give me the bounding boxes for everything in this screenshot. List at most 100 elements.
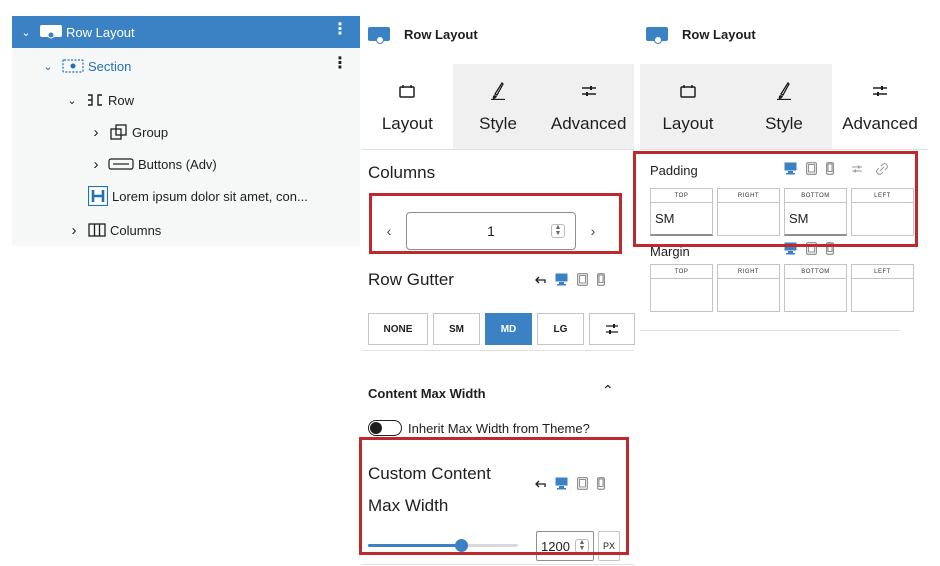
inherit-max-width-toggle[interactable]: [368, 420, 402, 436]
side-label: LEFT: [852, 265, 913, 279]
padding-bottom-field[interactable]: BOTTOM SM: [784, 188, 847, 236]
chevron-down-icon[interactable]: ⌄: [66, 94, 78, 107]
chevron-right-icon[interactable]: ›: [90, 156, 102, 173]
tab-layout[interactable]: Layout: [362, 64, 453, 149]
margin-heading: Margin: [650, 244, 690, 259]
tablet-icon[interactable]: [806, 242, 817, 255]
padding-left-value[interactable]: [852, 203, 913, 235]
row-layout-icon: [646, 27, 668, 44]
list-item-columns[interactable]: › Columns: [12, 214, 360, 246]
tablet-icon[interactable]: [806, 162, 817, 175]
chevron-down-icon[interactable]: ⌄: [20, 26, 32, 39]
row-gutter-options: NONE SM MD LG: [368, 313, 640, 345]
chevron-right-icon[interactable]: ›: [90, 124, 102, 141]
reset-arrow-icon[interactable]: [534, 479, 546, 489]
padding-top-field[interactable]: TOP SM: [650, 188, 713, 236]
content-max-width-heading[interactable]: Content Max Width: [368, 386, 486, 401]
row-layout-icon: [40, 25, 62, 39]
side-label: LEFT: [852, 189, 913, 203]
inherit-max-width-label: Inherit Max Width from Theme?: [408, 421, 590, 436]
tab-layout[interactable]: Layout: [640, 64, 736, 149]
divider: [362, 350, 634, 351]
max-width-value: 1200: [541, 538, 570, 554]
desktop-icon[interactable]: [784, 162, 797, 175]
advanced-sliders-icon: [606, 324, 618, 334]
block-title: Row Layout: [682, 26, 756, 42]
list-item-row[interactable]: ⌄ Row: [12, 84, 360, 116]
gutter-option-lg[interactable]: LG: [537, 313, 584, 345]
spinner-icon[interactable]: ▲ ▼: [551, 224, 565, 238]
tab-style[interactable]: Style: [736, 64, 832, 149]
heading-icon: [88, 186, 108, 206]
list-item-buttons[interactable]: › Buttons (Adv): [12, 148, 360, 180]
padding-top-value[interactable]: SM: [651, 203, 712, 234]
margin-bottom-field[interactable]: BOTTOM: [784, 264, 847, 312]
unit-selector[interactable]: PX: [598, 531, 620, 561]
side-label: TOP: [651, 265, 712, 279]
gutter-option-none[interactable]: NONE: [368, 313, 428, 345]
padding-right-value[interactable]: [718, 203, 779, 235]
custom-max-width-heading: Custom Content Max Width: [368, 464, 491, 515]
chevron-right-icon[interactable]: ›: [68, 222, 80, 239]
side-label: RIGHT: [718, 265, 779, 279]
tab-label: Advanced: [550, 113, 627, 133]
layout-tab-icon: [399, 80, 416, 102]
margin-top-field[interactable]: TOP: [650, 264, 713, 312]
slider-thumb[interactable]: [455, 539, 468, 552]
list-item-label: Group: [132, 124, 169, 140]
tab-style[interactable]: Style: [452, 64, 544, 149]
list-view: ⌄ Row Layout ⋮ ⌄ Section ⋮ ⌄ Row › Group…: [12, 16, 360, 246]
list-item-section[interactable]: ⌄ Section ⋮: [12, 50, 360, 82]
columns-prev-button[interactable]: ‹: [372, 223, 406, 239]
list-item-label: Columns: [110, 222, 162, 238]
max-width-slider[interactable]: [368, 539, 518, 552]
gutter-option-sm[interactable]: SM: [433, 313, 480, 345]
margin-left-value[interactable]: [852, 279, 913, 311]
chevron-up-icon[interactable]: ⌃: [602, 382, 614, 399]
list-item-group[interactable]: › Group: [12, 116, 360, 148]
row-gutter-heading: Row Gutter: [368, 270, 454, 289]
list-item-row-layout[interactable]: ⌄ Row Layout ⋮: [12, 16, 360, 48]
chevron-down-icon[interactable]: ⌄: [42, 60, 54, 73]
columns-input[interactable]: 1 ▲ ▼: [406, 212, 576, 250]
desktop-icon[interactable]: [555, 273, 568, 286]
mobile-icon[interactable]: [597, 477, 605, 490]
padding-right-field[interactable]: RIGHT: [717, 188, 780, 236]
tab-label: Layout: [662, 113, 714, 133]
margin-bottom-value[interactable]: [785, 279, 846, 311]
inspector-panel-layout: Row Layout Layout Style Advanced Columns…: [362, 16, 635, 566]
padding-bottom-value[interactable]: SM: [785, 203, 846, 234]
desktop-icon[interactable]: [784, 242, 797, 255]
tablet-icon[interactable]: [577, 477, 588, 490]
mobile-icon[interactable]: [826, 162, 834, 175]
columns-next-button[interactable]: ›: [576, 223, 610, 239]
tab-advanced[interactable]: Advanced: [543, 64, 635, 149]
list-item-heading[interactable]: Lorem ipsum dolor sit amet, con...: [12, 180, 360, 212]
inspector-tabs: Layout Style Advanced: [362, 64, 635, 150]
row-layout-icon: [368, 27, 390, 44]
more-options-icon[interactable]: ⋮: [332, 22, 348, 38]
row-icon: [86, 93, 104, 107]
mobile-icon[interactable]: [597, 273, 605, 286]
gutter-option-md[interactable]: MD: [485, 313, 532, 345]
unlink-icon[interactable]: [876, 162, 888, 175]
gutter-custom-button[interactable]: [589, 313, 635, 345]
margin-right-value[interactable]: [718, 279, 779, 311]
advanced-sliders-icon[interactable]: [851, 164, 863, 174]
more-options-icon[interactable]: ⋮: [332, 56, 348, 72]
margin-top-value[interactable]: [651, 279, 712, 311]
list-item-label: Lorem ipsum dolor sit amet, con...: [112, 188, 308, 204]
reset-arrow-icon[interactable]: [534, 275, 546, 285]
side-label: BOTTOM: [785, 189, 846, 203]
margin-right-field[interactable]: RIGHT: [717, 264, 780, 312]
divider: [640, 330, 900, 331]
spinner-icon[interactable]: ▲ ▼: [575, 539, 589, 553]
panel-header: Row Layout: [362, 16, 634, 52]
desktop-icon[interactable]: [555, 477, 568, 490]
tablet-icon[interactable]: [577, 273, 588, 286]
padding-left-field[interactable]: LEFT: [851, 188, 914, 236]
max-width-input[interactable]: 1200 ▲ ▼: [536, 531, 594, 561]
mobile-icon[interactable]: [826, 242, 834, 255]
margin-left-field[interactable]: LEFT: [851, 264, 914, 312]
tab-advanced[interactable]: Advanced: [832, 64, 928, 149]
